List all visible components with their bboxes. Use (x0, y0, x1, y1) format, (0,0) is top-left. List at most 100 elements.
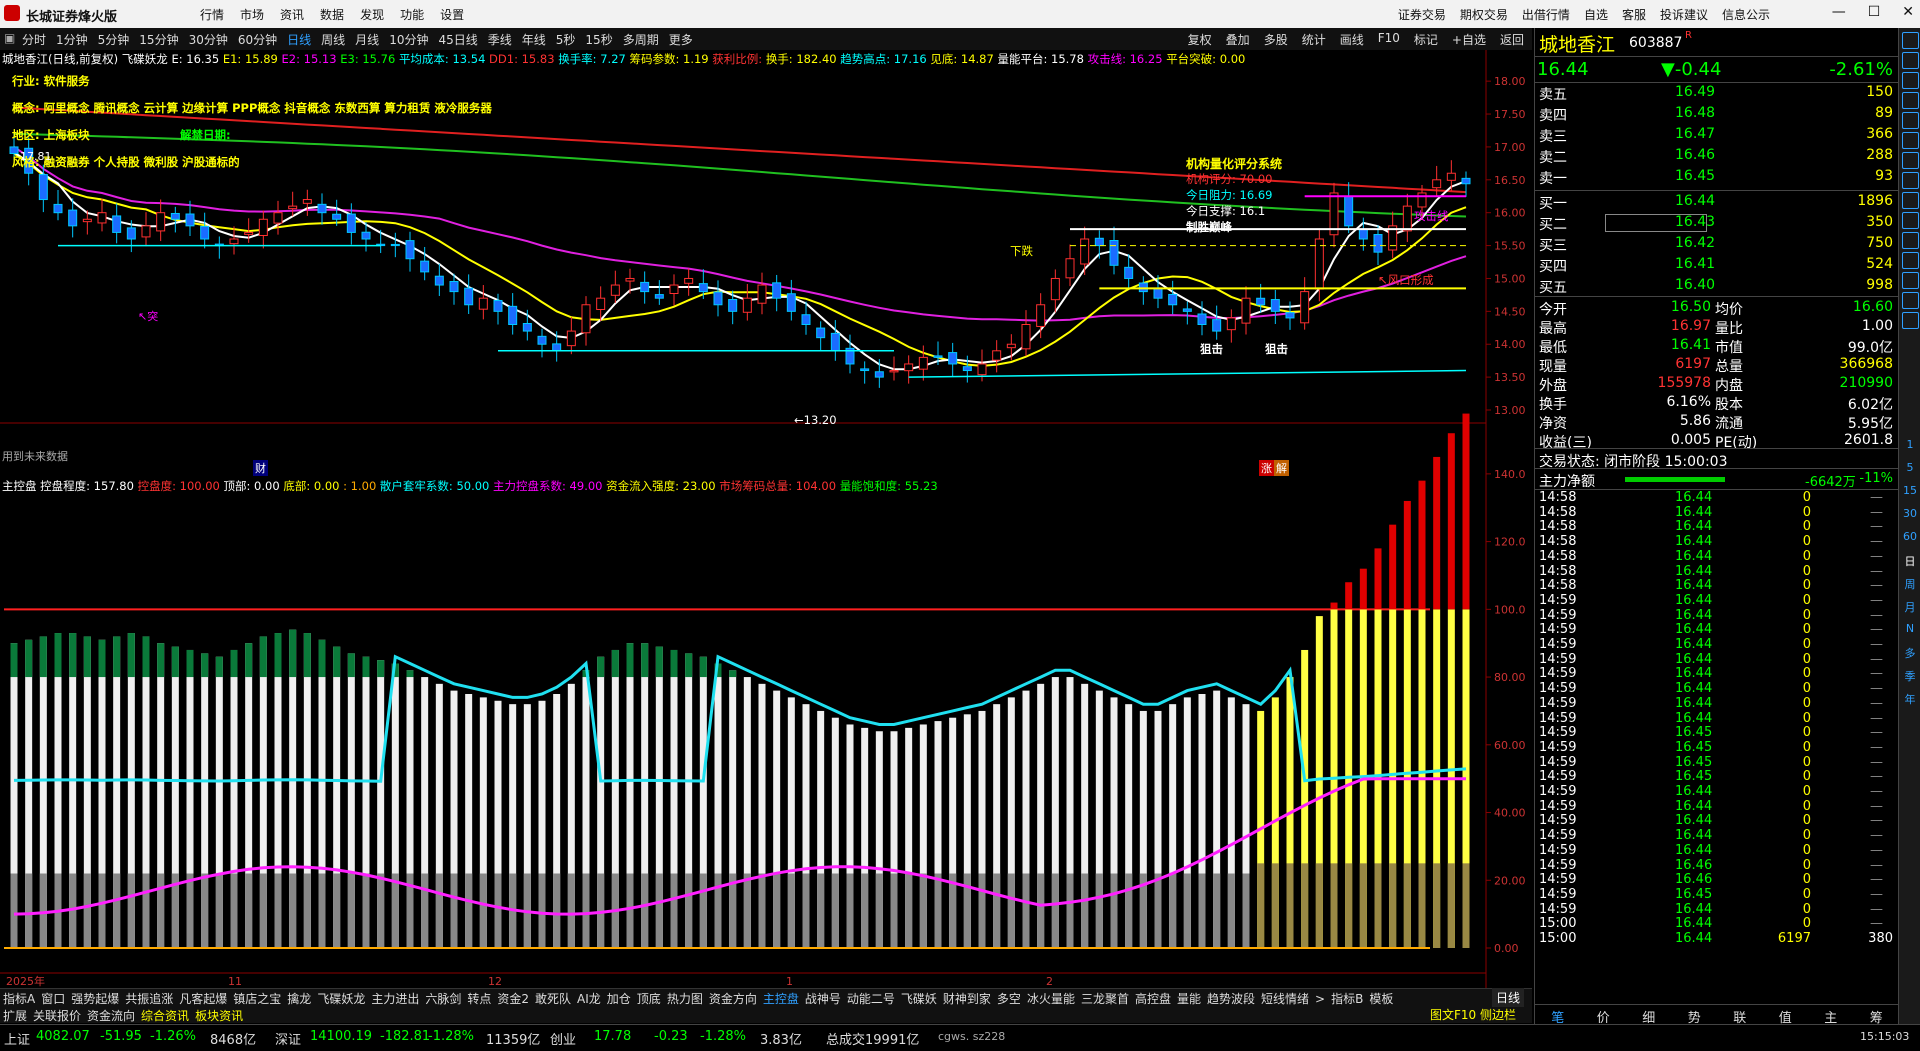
menu-securities-trade[interactable]: 证券交易 (1398, 6, 1446, 23)
ask-row[interactable]: 卖二 16.46 288 (1535, 147, 1899, 166)
f10-sidebar-link[interactable]: 图文F10 侧边栏 (1430, 1006, 1516, 1023)
menu-settings[interactable]: 设置 (440, 6, 464, 23)
ask-row[interactable]: 卖四 16.48 89 (1535, 105, 1899, 124)
quote-tab[interactable]: 筹 (1854, 1005, 1900, 1026)
menu-watchlist[interactable]: 自选 (1584, 6, 1608, 23)
period-tab[interactable]: 60分钟 (238, 31, 277, 48)
period-tab[interactable]: 年线 (522, 31, 546, 48)
quote-tab[interactable]: 联 (1717, 1005, 1763, 1026)
rsi-icon[interactable] (1902, 232, 1919, 249)
info-tab[interactable]: 板块资讯 (192, 1006, 246, 1025)
sidebar-period[interactable]: 周 (1899, 576, 1920, 592)
indicator-tab[interactable]: 多空 (994, 989, 1024, 1007)
f-icon[interactable] (1902, 272, 1919, 289)
indicator-tab[interactable]: 共振追涨 (122, 989, 176, 1007)
quote-tab[interactable]: 笔 (1535, 1005, 1581, 1026)
vote-icon[interactable] (1902, 192, 1919, 209)
arrow-up-icon[interactable] (1902, 32, 1919, 49)
quote-tab[interactable]: 价 (1581, 1005, 1627, 1026)
period-tab[interactable]: 1分钟 (56, 31, 88, 48)
info-tab[interactable]: 综合资讯 (138, 1006, 192, 1025)
indicator-tab[interactable]: 资金方向 (706, 989, 760, 1007)
unlock-marker[interactable]: 解 (1274, 460, 1289, 476)
chart-tool-button[interactable]: 复权 (1188, 31, 1212, 48)
info-tab[interactable]: 扩展 (0, 1006, 30, 1025)
sidebar-period[interactable]: N (1899, 622, 1920, 635)
menu-lending[interactable]: 出借行情 (1522, 6, 1570, 23)
info-tab[interactable]: 关联报价 (30, 1006, 84, 1025)
sidebar-period[interactable]: 季 (1899, 668, 1920, 684)
cal-icon[interactable] (1902, 312, 1919, 329)
period-tab[interactable]: 月线 (355, 31, 379, 48)
chart-tool-button[interactable]: 返回 (1500, 31, 1524, 48)
period-tab[interactable]: 15秒 (585, 31, 612, 48)
menu-quote[interactable]: 行情 (200, 6, 224, 23)
indicator-tab[interactable]: 指标B (1328, 989, 1366, 1007)
period-tab[interactable]: 季线 (488, 31, 512, 48)
rise-marker[interactable]: 涨 (1259, 460, 1274, 476)
indicator-tab[interactable]: 财神到家 (940, 989, 994, 1007)
period-tab[interactable]: 5秒 (556, 31, 576, 48)
close-icon[interactable]: ✕ (1902, 4, 1914, 20)
chart-icon[interactable] (1902, 92, 1919, 109)
indicator-tab[interactable]: 高控盘 (1132, 989, 1174, 1007)
menu-market[interactable]: 市场 (240, 6, 264, 23)
menu-service[interactable]: 客服 (1622, 6, 1646, 23)
tick-list[interactable]: 14:58 16.44 0 — 14:58 16.44 0 — 14:58 16.44 0 — 14:5… (1535, 490, 1899, 1002)
sidebar-period[interactable]: 年 (1899, 691, 1920, 707)
sidebar-period[interactable]: 日 (1899, 553, 1920, 569)
sh-label[interactable]: 上证 (4, 1029, 30, 1048)
minimize-icon[interactable]: — (1832, 4, 1846, 20)
ask-row[interactable]: 卖三 16.47 366 (1535, 126, 1899, 145)
menu-function[interactable]: 功能 (400, 6, 424, 23)
chart-tool-button[interactable]: 多股 (1264, 31, 1288, 48)
bid-row[interactable]: 买二 16.43 350 (1535, 214, 1899, 233)
chart-tool-button[interactable]: 叠加 (1226, 31, 1250, 48)
period-tab[interactable]: 周线 (321, 31, 345, 48)
indicator-tab[interactable]: 指标A (0, 989, 38, 1007)
indicator-tab[interactable]: 短线情绪 (1258, 989, 1312, 1007)
indicator-tab[interactable]: 凡客起爆 (176, 989, 230, 1007)
indicator-tab[interactable]: 顶底 (634, 989, 664, 1007)
menu-options-trade[interactable]: 期权交易 (1460, 6, 1508, 23)
period-tab[interactable]: 多周期 (623, 31, 659, 48)
chart-tool-button[interactable]: 画线 (1340, 31, 1364, 48)
arrow-down-icon[interactable] (1902, 52, 1919, 69)
sidebar-period[interactable]: 月 (1899, 599, 1920, 615)
maximize-icon[interactable]: ☐ (1868, 4, 1881, 20)
window-icon[interactable]: ▣ (4, 31, 15, 45)
g-icon[interactable] (1902, 252, 1919, 269)
bid-row[interactable]: 买五 16.40 998 (1535, 277, 1899, 296)
bid-row[interactable]: 买一 16.44 1896 (1535, 193, 1899, 212)
period-tab[interactable]: 45日线 (438, 31, 477, 48)
indicator-tab[interactable]: 强势起爆 (68, 989, 122, 1007)
indicator-tab[interactable]: AI龙 (574, 989, 604, 1007)
quote-tab[interactable]: 势 (1672, 1005, 1718, 1026)
period-tab[interactable]: 5分钟 (98, 31, 130, 48)
indicator-tab[interactable]: 窗口 (38, 989, 68, 1007)
menu-disclosure[interactable]: 信息公示 (1722, 6, 1770, 23)
indicator-tab[interactable]: 动能二号 (844, 989, 898, 1007)
sz-label[interactable]: 深证 (275, 1029, 301, 1048)
period-tab[interactable]: 分时 (22, 31, 46, 48)
period-tab[interactable]: 更多 (669, 31, 693, 48)
bs-icon[interactable] (1902, 292, 1919, 309)
chart-tool-button[interactable]: 标记 (1414, 31, 1438, 48)
info-tab[interactable]: 资金流向 (84, 1006, 138, 1025)
indicator-tab[interactable]: > (1312, 991, 1328, 1007)
menu-data[interactable]: 数据 (320, 6, 344, 23)
doc-icon[interactable] (1902, 212, 1919, 229)
indicator-tab[interactable]: 主控盘 (760, 989, 802, 1007)
period-tab[interactable]: 10分钟 (389, 31, 428, 48)
bid-row[interactable]: 买三 16.42 750 (1535, 235, 1899, 254)
menu-discover[interactable]: 发现 (360, 6, 384, 23)
period-tab[interactable]: 日线 (287, 31, 311, 48)
indicator-tab[interactable]: 擒龙 (284, 989, 314, 1007)
indicator-name[interactable]: 飞碟妖龙 (122, 52, 168, 66)
sidebar-period[interactable]: 1 (1899, 438, 1920, 451)
quote-tab[interactable]: 值 (1763, 1005, 1809, 1026)
ask-row[interactable]: 卖五 16.49 150 (1535, 84, 1899, 103)
indicator-tab[interactable]: 战神号 (802, 989, 844, 1007)
sub-indicator-name[interactable]: 主控盘 (2, 479, 37, 493)
finance-marker[interactable]: 财 (253, 460, 268, 476)
